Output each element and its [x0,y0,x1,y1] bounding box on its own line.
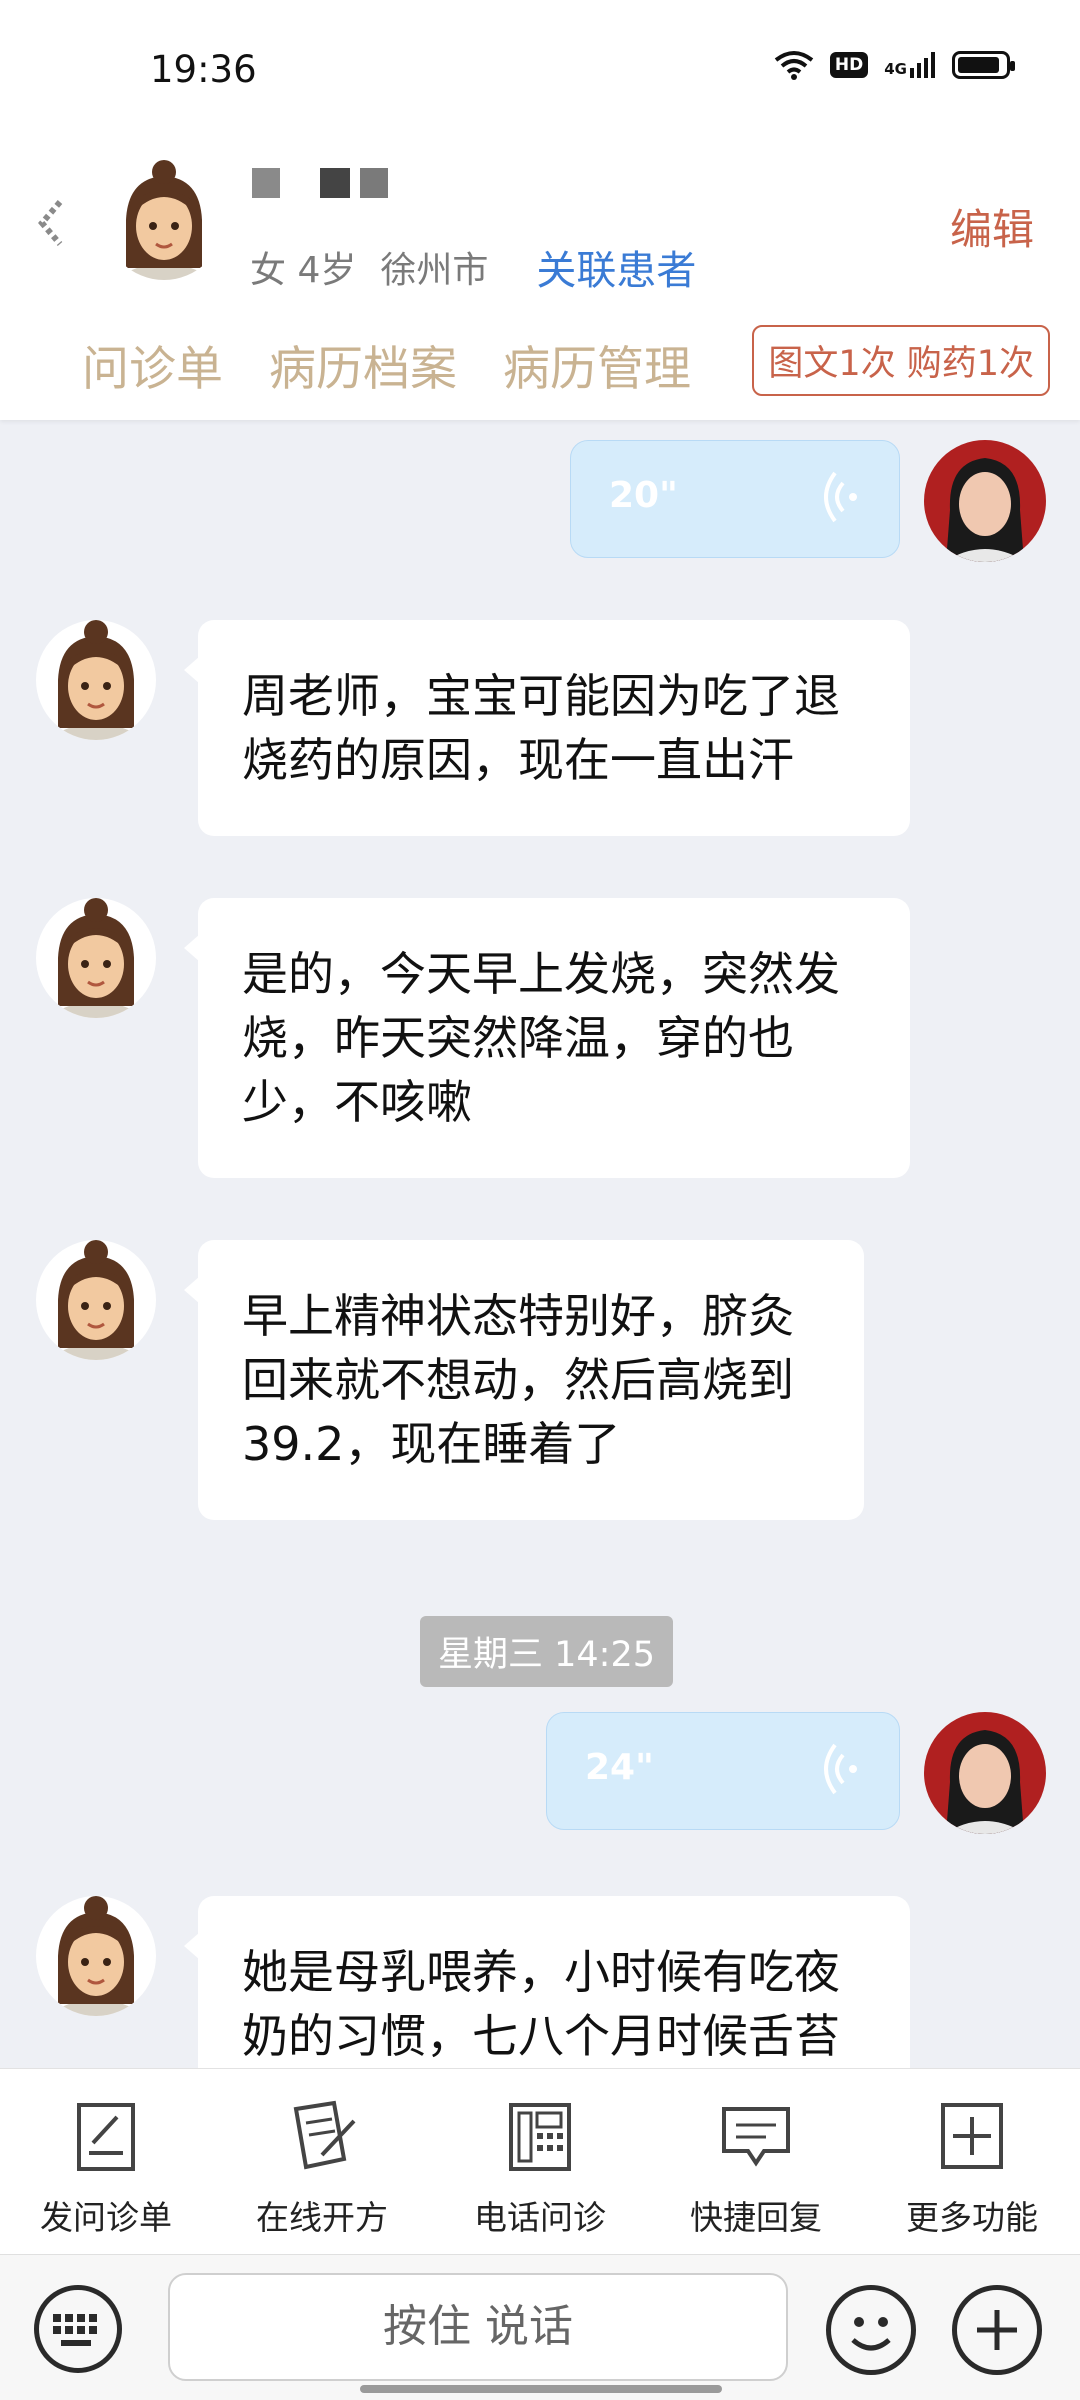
chat-message[interactable]: 她是母乳喂养，小时候有吃夜奶的习惯，七八个月时候舌苔 [184,1896,910,2068]
edit-button[interactable]: 编辑 [950,196,1034,257]
add-attachment-button[interactable] [952,2285,1042,2375]
doctor-avatar[interactable] [924,1712,1046,1834]
function-toolbar: 发问诊单 在线开方 电话问诊 快捷回复 更多功能 [0,2068,1080,2254]
voice-message[interactable]: 20" [570,440,900,558]
back-icon[interactable] [32,196,72,250]
status-time: 19:36 [150,48,257,91]
home-indicator[interactable] [360,2385,722,2393]
phone-icon [509,2103,571,2171]
chat-area[interactable]: 20" 周老师，宝宝可能因为吃了退烧药的原因，现在一直出汗 是的，今天早上发烧，… [0,420,1080,2068]
header-tabs: 问诊单 病历档案 病历管理 [82,330,691,399]
more-icon [941,2103,1003,2169]
chat-timestamp: 星期三 14:25 [420,1616,673,1687]
input-bar: 按住 说话 [0,2254,1080,2400]
patient-city: 徐州市 [380,250,489,291]
emoji-icon [851,2317,891,2351]
emoji-button[interactable] [826,2285,916,2375]
keyboard-toggle-button[interactable] [34,2285,122,2373]
link-patient-button[interactable]: 关联患者 [536,238,696,296]
voice-message[interactable]: 24" [546,1712,900,1830]
tab-consult-form[interactable]: 问诊单 [82,330,223,399]
chat-message[interactable]: 早上精神状态特别好，脐灸回来就不想动，然后高烧到39.2，现在睡着了 [184,1240,864,1520]
send-form-button[interactable]: 发问诊单 [6,2099,206,2239]
wifi-icon [774,51,814,80]
doctor-avatar[interactable] [924,440,1046,562]
tab-medical-records[interactable]: 病历档案 [269,330,457,399]
quick-reply-icon [722,2107,790,2167]
signal-icon: 4G [884,52,936,78]
hd-badge: HD [829,52,869,78]
patient-meta: 女 4岁 徐州市 关联患者 [250,238,696,296]
keyboard-icon [53,2314,97,2346]
patient-avatar[interactable] [104,160,224,280]
patient-avatar[interactable] [36,1240,156,1360]
patient-avatar[interactable] [36,898,156,1018]
prescription-icon [293,2100,356,2170]
quick-reply-button[interactable]: 快捷回复 [656,2099,856,2239]
patient-name-redacted [252,168,388,198]
patient-avatar[interactable] [36,1896,156,2016]
battery-icon [952,51,1015,79]
voice-wave-icon [824,471,857,523]
phone-consult-button[interactable]: 电话问诊 [440,2099,640,2239]
service-count-badge: 图文1次 购药1次 [752,325,1050,396]
patient-avatar[interactable] [36,620,156,740]
header: 19:36 HD 4G 女 4岁 徐州市 关联患者 编辑 问诊单 病历档案 病历… [0,0,1080,420]
hold-to-talk-button[interactable]: 按住 说话 [168,2273,788,2381]
plus-icon [977,2310,1017,2350]
online-prescription-button[interactable]: 在线开方 [222,2099,422,2239]
chat-message[interactable]: 周老师，宝宝可能因为吃了退烧药的原因，现在一直出汗 [184,620,910,836]
voice-wave-icon [824,1743,857,1795]
more-functions-button[interactable]: 更多功能 [872,2099,1072,2239]
tab-record-management[interactable]: 病历管理 [503,330,691,399]
status-icons: HD 4G [774,50,1015,80]
patient-gender-age: 女 4岁 [250,250,357,291]
chat-message[interactable]: 是的，今天早上发烧，突然发烧，昨天突然降温，穿的也少，不咳嗽 [184,898,910,1178]
form-icon [77,2103,135,2171]
